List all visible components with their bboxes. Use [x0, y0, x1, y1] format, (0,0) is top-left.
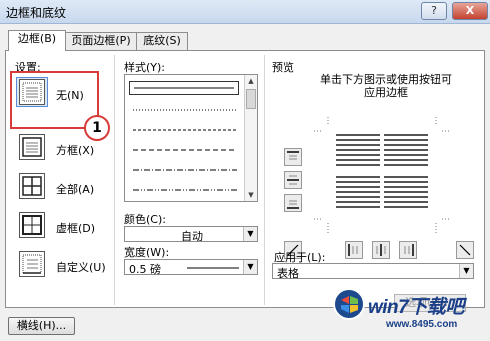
line-style-list[interactable]: ▲ ▼ — [124, 74, 258, 202]
setting-label-all: 全部(A) — [56, 183, 95, 196]
window-title: 边框和底纹 — [6, 6, 67, 20]
width-value: 0.5 磅 — [129, 263, 161, 276]
tab-panel: 设置: 无(N) 1 方框(X) 全部(A) 虚框(D) 自定义(U) 样式(Y… — [5, 50, 485, 312]
style-label: 样式(Y): — [124, 61, 166, 74]
right-border-button[interactable] — [399, 241, 417, 259]
horizontal-line-button[interactable]: 横线(H)... — [8, 317, 75, 335]
chevron-down-icon[interactable]: ▼ — [459, 264, 473, 278]
bottom-border-button[interactable] — [284, 194, 302, 212]
apply-to-select[interactable]: 表格 ▼ — [272, 263, 474, 280]
setting-label-custom: 自定义(U) — [56, 261, 106, 274]
scroll-up-icon[interactable]: ▲ — [245, 75, 257, 87]
color-select[interactable]: 自动 ▼ — [124, 226, 258, 243]
preview-label: 预览 — [272, 61, 294, 74]
watermark-text: win7下载吧 — [368, 297, 464, 318]
line-style-selected-frame[interactable] — [129, 81, 239, 95]
grid-border-icon[interactable] — [19, 212, 45, 238]
tab-page-border[interactable]: 页面边框(P) — [65, 32, 137, 50]
preview-hint-line-2: 应用边框 — [364, 86, 408, 99]
preview-hint-line-1: 单击下方图示或使用按钮可 — [320, 73, 452, 86]
column-divider — [114, 55, 115, 305]
color-value: 自动 — [181, 230, 203, 243]
width-label: 宽度(W): — [124, 246, 170, 259]
inside-vertical-border-button[interactable] — [372, 241, 390, 259]
scroll-down-icon[interactable]: ▼ — [245, 189, 257, 201]
left-border-button[interactable] — [345, 241, 363, 259]
chevron-down-icon[interactable]: ▼ — [243, 260, 257, 274]
apply-to-value: 表格 — [277, 267, 299, 280]
diagonal-up-border-button[interactable] — [456, 241, 474, 259]
title-bar: 边框和底纹 ? X — [0, 0, 490, 24]
top-border-button[interactable] — [284, 148, 302, 166]
column-divider — [264, 55, 265, 305]
tab-shading[interactable]: 底纹(S) — [136, 32, 188, 50]
tab-borders[interactable]: 边框(B) — [8, 30, 66, 51]
scroll-thumb[interactable] — [246, 89, 256, 109]
watermark-url: www.8495.com — [386, 319, 458, 330]
preview-area[interactable] — [312, 115, 452, 235]
box-border-icon[interactable] — [19, 134, 45, 160]
color-label: 颜色(C): — [124, 213, 166, 226]
close-button[interactable]: X — [452, 2, 488, 20]
chevron-down-icon[interactable]: ▼ — [243, 227, 257, 241]
help-button[interactable]: ? — [421, 2, 447, 20]
watermark-logo-icon — [333, 288, 365, 320]
inside-horizontal-border-button[interactable] — [284, 171, 302, 189]
custom-border-icon[interactable] — [19, 251, 45, 277]
style-scrollbar[interactable]: ▲ ▼ — [244, 75, 257, 201]
annotation-badge: 1 — [84, 115, 110, 141]
setting-label-box: 方框(X) — [56, 144, 95, 157]
width-select[interactable]: 0.5 磅 ▼ — [124, 259, 258, 276]
setting-label-grid: 虚框(D) — [56, 222, 96, 235]
preview-hint: 单击下方图示或使用按钮可 应用边框 — [306, 73, 466, 99]
all-borders-icon[interactable] — [19, 173, 45, 199]
